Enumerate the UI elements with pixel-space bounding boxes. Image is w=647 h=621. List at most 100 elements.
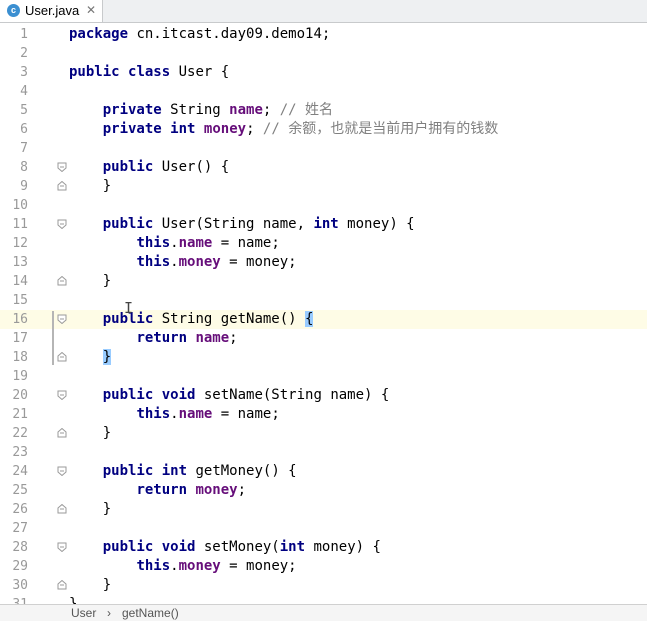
code-line[interactable]: 21 this.name = name; bbox=[0, 405, 647, 424]
line-number: 5 bbox=[20, 103, 28, 118]
line-number: 28 bbox=[12, 540, 28, 555]
tab-user-java[interactable]: c User.java ✕ bbox=[0, 0, 103, 22]
line-number: 30 bbox=[12, 578, 28, 593]
breadcrumb-separator: › bbox=[107, 606, 111, 620]
code-line[interactable]: 4 bbox=[0, 82, 647, 101]
code-text: this.money = money; bbox=[136, 254, 297, 270]
line-number: 2 bbox=[20, 46, 28, 61]
code-line[interactable]: 5 private String name; // 姓名 bbox=[0, 101, 647, 120]
code-line[interactable]: 6 private int money; // 余额，也就是当前用户拥有的钱数 bbox=[0, 120, 647, 139]
line-number: 17 bbox=[12, 331, 28, 346]
fold-open-icon[interactable] bbox=[57, 162, 67, 172]
code-line[interactable]: 28 public void setMoney(int money) { bbox=[0, 538, 647, 557]
line-number: 10 bbox=[12, 198, 28, 213]
code-line[interactable]: 3 public class User { bbox=[0, 63, 647, 82]
code-text: } bbox=[69, 501, 112, 517]
line-number: 8 bbox=[20, 160, 28, 175]
line-number: 7 bbox=[20, 141, 28, 156]
code-line[interactable]: 15 bbox=[0, 291, 647, 310]
breadcrumb-method[interactable]: getName() bbox=[122, 606, 179, 620]
fold-close-icon[interactable] bbox=[57, 504, 67, 514]
line-number: 23 bbox=[12, 445, 28, 460]
code-line[interactable]: 26 } bbox=[0, 500, 647, 519]
line-number: 11 bbox=[12, 217, 28, 232]
code-text: package cn.itcast.day09.demo14; bbox=[69, 26, 331, 42]
line-number: 24 bbox=[12, 464, 28, 479]
line-number: 15 bbox=[12, 293, 28, 308]
line-number: 27 bbox=[12, 521, 28, 536]
code-line[interactable]: 10 bbox=[0, 196, 647, 215]
breadcrumb-class[interactable]: User bbox=[71, 606, 96, 620]
line-number: 21 bbox=[12, 407, 28, 422]
code-text: return name; bbox=[136, 330, 238, 346]
line-number: 6 bbox=[20, 122, 28, 137]
code-line[interactable]: 1 package cn.itcast.day09.demo14; bbox=[0, 25, 647, 44]
line-number: 4 bbox=[20, 84, 28, 99]
code-line[interactable]: 19 bbox=[0, 367, 647, 386]
line-number: 14 bbox=[12, 274, 28, 289]
fold-open-icon[interactable] bbox=[57, 390, 67, 400]
code-line[interactable]: 12 this.name = name; bbox=[0, 234, 647, 253]
code-editor[interactable]: 1 package cn.itcast.day09.demo14; 2 3 public… bbox=[0, 23, 647, 612]
code-line[interactable]: 16 public String getName() { bbox=[0, 310, 647, 329]
fold-open-icon[interactable] bbox=[57, 219, 67, 229]
fold-close-icon[interactable] bbox=[57, 352, 67, 362]
code-line[interactable]: 14 } bbox=[0, 272, 647, 291]
code-line[interactable]: 18 } bbox=[0, 348, 647, 367]
line-number: 19 bbox=[12, 369, 28, 384]
code-line[interactable]: 2 bbox=[0, 44, 647, 63]
code-line[interactable]: 7 bbox=[0, 139, 647, 158]
code-line[interactable]: 22 } bbox=[0, 424, 647, 443]
code-text: } bbox=[69, 178, 112, 194]
line-number: 13 bbox=[12, 255, 28, 270]
line-number: 18 bbox=[12, 350, 28, 365]
line-number: 12 bbox=[12, 236, 28, 251]
method-scope-marker bbox=[52, 311, 54, 365]
line-number: 29 bbox=[12, 559, 28, 574]
fold-close-icon[interactable] bbox=[57, 276, 67, 286]
line-number: 26 bbox=[12, 502, 28, 517]
line-number: 22 bbox=[12, 426, 28, 441]
code-text: return money; bbox=[136, 482, 247, 498]
code-line[interactable]: 29 this.money = money; bbox=[0, 557, 647, 576]
code-text: public void setName(String name) { bbox=[102, 387, 390, 403]
code-text: this.name = name; bbox=[136, 235, 280, 251]
code-line[interactable]: 24 public int getMoney() { bbox=[0, 462, 647, 481]
fold-close-icon[interactable] bbox=[57, 428, 67, 438]
code-line[interactable]: 17 return name; bbox=[0, 329, 647, 348]
code-text: public String getName() { bbox=[102, 311, 314, 327]
code-line[interactable]: 25 return money; bbox=[0, 481, 647, 500]
fold-close-icon[interactable] bbox=[57, 181, 67, 191]
code-line[interactable]: 30 } bbox=[0, 576, 647, 595]
code-line[interactable]: 11 public User(String name, int money) { bbox=[0, 215, 647, 234]
tab-label: User.java bbox=[25, 3, 80, 18]
fold-close-icon[interactable] bbox=[57, 580, 67, 590]
line-number: 3 bbox=[20, 65, 28, 80]
code-text: this.name = name; bbox=[136, 406, 280, 422]
line-number: 1 bbox=[20, 27, 28, 42]
code-text: public User() { bbox=[102, 159, 230, 175]
editor-tab-bar: c User.java ✕ bbox=[0, 0, 647, 23]
code-text: } bbox=[69, 425, 112, 441]
line-number: 25 bbox=[12, 483, 28, 498]
code-line[interactable]: 8 public User() { bbox=[0, 158, 647, 177]
code-text: } bbox=[102, 349, 112, 365]
code-text: public void setMoney(int money) { bbox=[102, 539, 381, 555]
line-number: 16 bbox=[12, 312, 28, 327]
line-number: 9 bbox=[20, 179, 28, 194]
code-text: private String name; // 姓名 bbox=[102, 102, 334, 118]
text-cursor-icon: I bbox=[124, 299, 134, 317]
code-line[interactable]: 9 } bbox=[0, 177, 647, 196]
close-icon[interactable]: ✕ bbox=[86, 3, 96, 17]
code-text: public int getMoney() { bbox=[102, 463, 297, 479]
code-line[interactable]: 23 bbox=[0, 443, 647, 462]
code-line[interactable]: 13 this.money = money; bbox=[0, 253, 647, 272]
code-line[interactable]: 20 public void setName(String name) { bbox=[0, 386, 647, 405]
code-text: } bbox=[69, 577, 112, 593]
breadcrumb: User › getName() bbox=[0, 604, 647, 621]
fold-open-icon[interactable] bbox=[57, 314, 67, 324]
fold-open-icon[interactable] bbox=[57, 466, 67, 476]
java-class-icon: c bbox=[7, 4, 20, 17]
code-line[interactable]: 27 bbox=[0, 519, 647, 538]
fold-open-icon[interactable] bbox=[57, 542, 67, 552]
